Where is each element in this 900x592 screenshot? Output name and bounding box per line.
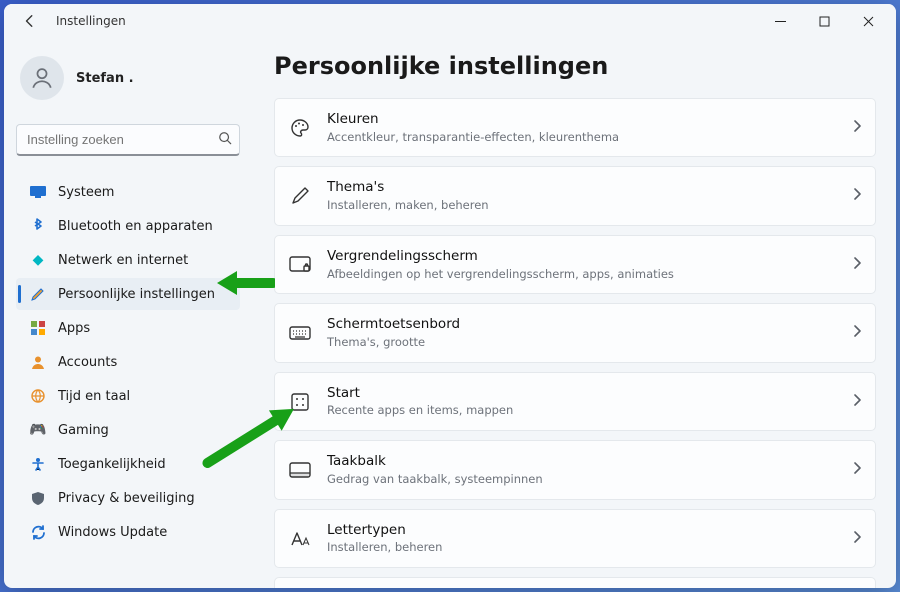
sidebar-item-label: Windows Update xyxy=(58,525,167,540)
sidebar-item-gaming[interactable]: 🎮 Gaming xyxy=(16,414,240,446)
chevron-right-icon xyxy=(853,462,861,478)
sidebar-item-privacy-beveiliging[interactable]: Privacy & beveiliging xyxy=(16,482,240,514)
card-text: Taakbalk Gedrag van taakbalk, systeempin… xyxy=(327,453,837,486)
pen-icon xyxy=(289,186,311,206)
chevron-right-icon xyxy=(853,188,861,204)
sidebar-item-netwerk-en-internet[interactable]: ◆ Netwerk en internet xyxy=(16,244,240,276)
card-title: Vergrendelingsscherm xyxy=(327,248,837,266)
settings-card-schermtoetsenbord[interactable]: Schermtoetsenbord Thema's, grootte xyxy=(274,303,876,362)
card-subtitle: Recente apps en items, mappen xyxy=(327,403,837,418)
sidebar-item-accounts[interactable]: Accounts xyxy=(16,346,240,378)
card-title: Kleuren xyxy=(327,111,837,129)
sidebar-item-windows-update[interactable]: Windows Update xyxy=(16,516,240,548)
person-icon xyxy=(30,355,46,369)
display-icon xyxy=(30,186,46,198)
lockscreen-icon xyxy=(289,256,311,274)
sync-icon xyxy=(30,525,46,540)
nav: Systeem Bluetooth en apparaten ◆ Netwerk … xyxy=(16,176,240,548)
sidebar-item-apps[interactable]: Apps xyxy=(16,312,240,344)
keyboard-icon xyxy=(289,326,311,340)
minimize-button[interactable] xyxy=(758,6,802,36)
person-icon xyxy=(29,65,55,91)
sidebar-item-label: Persoonlijke instellingen xyxy=(58,287,215,302)
card-subtitle: Installeren, beheren xyxy=(327,540,837,555)
card-text: Start Recente apps en items, mappen xyxy=(327,385,837,418)
card-text: Schermtoetsenbord Thema's, grootte xyxy=(327,316,837,349)
shield-icon xyxy=(30,491,46,506)
search-input[interactable] xyxy=(16,124,240,156)
settings-card-vergrendelingsscherm[interactable]: Vergrendelingsscherm Afbeeldingen op het… xyxy=(274,235,876,294)
chevron-right-icon xyxy=(853,531,861,547)
window-title: Instellingen xyxy=(56,14,126,28)
card-title: Thema's xyxy=(327,179,837,197)
sidebar-item-label: Systeem xyxy=(58,185,114,200)
start-icon xyxy=(289,393,311,411)
chevron-right-icon xyxy=(853,120,861,136)
close-icon xyxy=(863,16,874,27)
main-content: Persoonlijke instellingen Kleuren Accent… xyxy=(252,38,896,588)
card-subtitle: Installeren, maken, beheren xyxy=(327,198,837,213)
chevron-right-icon xyxy=(853,257,861,273)
maximize-button[interactable] xyxy=(802,6,846,36)
titlebar: Instellingen xyxy=(4,4,896,38)
settings-card-kleuren[interactable]: Kleuren Accentkleur, transparantie-effec… xyxy=(274,98,876,157)
sidebar-item-tijd-en-taal[interactable]: Tijd en taal xyxy=(16,380,240,412)
bluetooth-icon xyxy=(30,218,46,234)
maximize-icon xyxy=(819,16,830,27)
card-text: Lettertypen Installeren, beheren xyxy=(327,522,837,555)
chevron-right-icon xyxy=(853,325,861,341)
wifi-icon: ◆ xyxy=(30,252,46,268)
gamepad-icon: 🎮 xyxy=(30,422,46,438)
taskbar-icon xyxy=(289,462,311,478)
settings-card-thema-s[interactable]: Thema's Installeren, maken, beheren xyxy=(274,166,876,225)
card-title: Start xyxy=(327,385,837,403)
search-box xyxy=(16,124,240,156)
settings-card-lettertypen[interactable]: Lettertypen Installeren, beheren xyxy=(274,509,876,568)
card-text: Thema's Installeren, maken, beheren xyxy=(327,179,837,212)
sidebar-item-label: Bluetooth en apparaten xyxy=(58,219,213,234)
card-subtitle: Gedrag van taakbalk, systeempinnen xyxy=(327,472,837,487)
sidebar-item-label: Tijd en taal xyxy=(58,389,130,404)
sidebar-item-label: Apps xyxy=(58,321,90,336)
card-title: Schermtoetsenbord xyxy=(327,316,837,334)
card-subtitle: Accentkleur, transparantie-effecten, kle… xyxy=(327,130,837,145)
sidebar-item-toegankelijkheid[interactable]: Toegankelijkheid xyxy=(16,448,240,480)
card-text: Kleuren Accentkleur, transparantie-effec… xyxy=(327,111,837,144)
back-button[interactable] xyxy=(16,7,44,35)
sidebar: Stefan . Systeem Bluetooth en apparaten ◆… xyxy=(4,38,252,588)
font-icon xyxy=(289,531,311,547)
avatar xyxy=(20,56,64,100)
user-account-button[interactable]: Stefan . xyxy=(16,50,240,114)
sidebar-item-systeem[interactable]: Systeem xyxy=(16,176,240,208)
accessibility-icon xyxy=(30,457,46,471)
sidebar-item-bluetooth-en-apparaten[interactable]: Bluetooth en apparaten xyxy=(16,210,240,242)
globe-icon xyxy=(30,389,46,403)
palette-icon xyxy=(289,118,311,138)
card-subtitle: Thema's, grootte xyxy=(327,335,837,350)
search-icon xyxy=(218,131,232,149)
arrow-left-icon xyxy=(23,14,37,28)
card-title: Lettertypen xyxy=(327,522,837,540)
settings-card-apparaatgebruik[interactable]: Apparaatgebruik Select all the ways you … xyxy=(274,577,876,588)
minimize-icon xyxy=(775,16,786,27)
sidebar-item-persoonlijke-instellingen[interactable]: Persoonlijke instellingen xyxy=(16,278,240,310)
sidebar-item-label: Toegankelijkheid xyxy=(58,457,166,472)
settings-window: Instellingen Stefan . Systeem Bluetooth … xyxy=(4,4,896,588)
sidebar-item-label: Netwerk en internet xyxy=(58,253,188,268)
sidebar-item-label: Gaming xyxy=(58,423,109,438)
sidebar-item-label: Privacy & beveiliging xyxy=(58,491,195,506)
card-subtitle: Afbeeldingen op het vergrendelingsscherm… xyxy=(327,267,837,282)
brush-icon xyxy=(30,286,46,302)
settings-card-start[interactable]: Start Recente apps en items, mappen xyxy=(274,372,876,431)
card-text: Vergrendelingsscherm Afbeeldingen op het… xyxy=(327,248,837,281)
settings-card-taakbalk[interactable]: Taakbalk Gedrag van taakbalk, systeempin… xyxy=(274,440,876,499)
user-name: Stefan . xyxy=(76,71,134,86)
close-button[interactable] xyxy=(846,6,890,36)
sidebar-item-label: Accounts xyxy=(58,355,117,370)
chevron-right-icon xyxy=(853,394,861,410)
card-title: Taakbalk xyxy=(327,453,837,471)
page-title: Persoonlijke instellingen xyxy=(274,52,876,80)
apps-icon xyxy=(30,321,46,335)
